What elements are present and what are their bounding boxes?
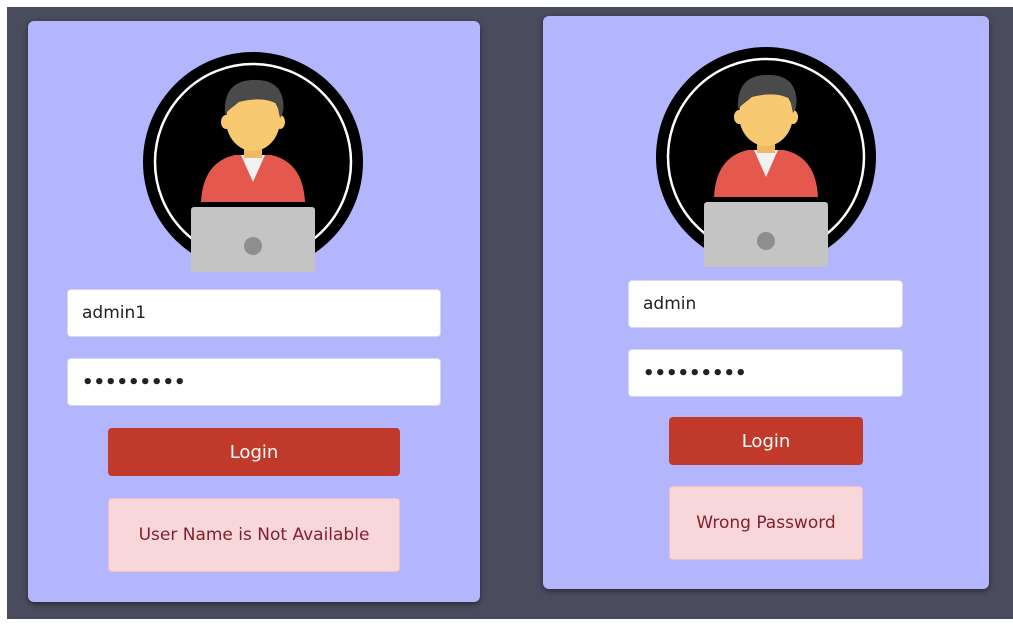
password-value: ••••••••• (643, 362, 747, 384)
error-alert-message: User Name is Not Available (138, 525, 370, 545)
error-alert: User Name is Not Available (108, 498, 400, 572)
username-input[interactable]: admin (628, 280, 903, 328)
password-value: ••••••••• (82, 371, 186, 393)
login-card-left: admin1 ••••••••• Login User Name is Not … (28, 21, 480, 602)
username-value: admin (643, 294, 697, 314)
login-button-label: Login (741, 430, 791, 452)
password-input[interactable]: ••••••••• (628, 349, 903, 397)
error-alert: Wrong Password (669, 486, 863, 560)
username-value: admin1 (82, 303, 147, 323)
login-button[interactable]: Login (108, 428, 400, 476)
username-input[interactable]: admin1 (67, 289, 441, 337)
user-at-laptop-avatar-icon (656, 47, 876, 267)
login-button-label: Login (229, 441, 279, 463)
error-alert-message: Wrong Password (696, 513, 836, 533)
login-card-right: admin ••••••••• Login Wrong Password (543, 16, 989, 589)
user-at-laptop-avatar-icon (143, 52, 363, 272)
password-input[interactable]: ••••••••• (67, 358, 441, 406)
login-button[interactable]: Login (669, 417, 863, 465)
